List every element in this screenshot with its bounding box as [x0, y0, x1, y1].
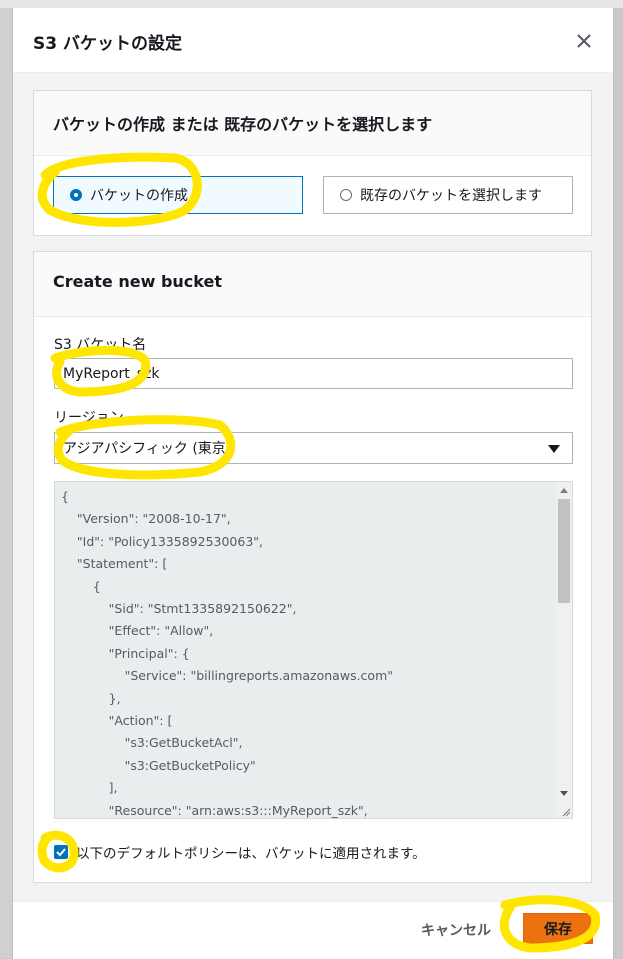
create-bucket-heading: Create new bucket [53, 272, 222, 291]
resize-grip-icon[interactable] [561, 807, 571, 817]
checkmark-icon [56, 848, 66, 857]
default-policy-checkbox[interactable] [54, 845, 68, 859]
scroll-down-icon[interactable] [560, 791, 568, 796]
cancel-button[interactable]: キャンセル [417, 912, 495, 948]
create-bucket-header: Create new bucket [34, 252, 591, 317]
default-policy-label: 以下のデフォルトポリシーは、バケットに適用されます。 [76, 846, 426, 862]
modal-title: S3 バケットの設定 [33, 34, 182, 54]
bucket-choice-heading: バケットの作成 または 既存のバケットを選択します [53, 115, 433, 134]
background-top-strip [0, 0, 623, 8]
bucket-name-label: S3 バケット名 [54, 337, 147, 353]
region-label: リージョン [54, 410, 124, 426]
region-select-value: アジアパシフィック (東京) [63, 441, 232, 457]
modal-body: バケットの作成 または 既存のバケットを選択します バケットの作成 既存のバケッ… [13, 73, 613, 901]
radio-existing-bucket[interactable]: 既存のバケットを選択します [323, 176, 573, 214]
bucket-choice-header: バケットの作成 または 既存のバケットを選択します [34, 91, 591, 156]
save-button[interactable]: 保存 [523, 913, 593, 944]
bucket-policy-text: { "Version": "2008-10-17", "Id": "Policy… [61, 489, 393, 818]
modal-footer: キャンセル 保存 [13, 901, 613, 959]
scroll-thumb[interactable] [558, 499, 570, 603]
modal-header: S3 バケットの設定 [13, 8, 613, 73]
create-bucket-card: Create new bucket S3 バケット名 リージョン アジアパシフィ… [33, 251, 592, 883]
s3-bucket-settings-modal: S3 バケットの設定 バケットの作成 または 既存のバケットを選択します バケッ… [12, 8, 614, 959]
region-select[interactable]: アジアパシフィック (東京) [54, 432, 573, 464]
close-button[interactable] [571, 28, 597, 54]
radio-create-bucket-label: バケットの作成 [90, 188, 188, 204]
policy-scrollbar[interactable] [556, 482, 572, 818]
caret-down-icon [548, 445, 560, 453]
bucket-policy-textarea[interactable]: { "Version": "2008-10-17", "Id": "Policy… [54, 481, 573, 819]
radio-unselected-icon [340, 189, 352, 201]
bucket-choice-card: バケットの作成 または 既存のバケットを選択します バケットの作成 既存のバケッ… [33, 90, 592, 236]
radio-selected-icon [70, 189, 82, 201]
background-page [0, 8, 12, 958]
close-icon [577, 34, 591, 48]
bucket-name-input[interactable] [54, 358, 573, 389]
radio-existing-bucket-label: 既存のバケットを選択します [360, 188, 542, 204]
default-policy-checkbox-row: 以下のデフォルトポリシーは、バケットに適用されます。 [54, 842, 426, 862]
radio-create-bucket[interactable]: バケットの作成 [53, 176, 303, 214]
scroll-up-icon[interactable] [560, 488, 568, 493]
